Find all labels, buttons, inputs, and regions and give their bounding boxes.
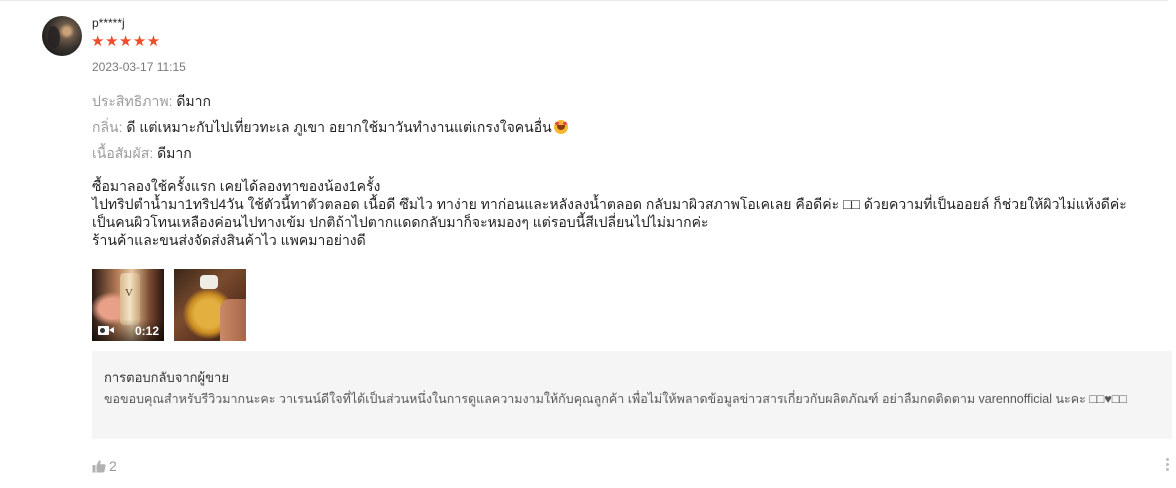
attribute-value: ดี แต่เหมาะกับไปเที่ยวทะเล ภูเขา อยากใช้… [126,119,552,135]
attribute-label: กลิ่น: [92,119,127,135]
attribute-label: เนื้อสัมผัส: [92,145,158,161]
seller-reply: การตอบกลับจากผู้ขาย ขอขอบคุณสำหรับรีวิวม… [92,351,1172,439]
review-datetime: 2023-03-17 11:15 [92,60,186,74]
seller-reply-text: ขอขอบคุณสำหรับรีวิวมากนะคะ วาเรนน์ดีใจที… [104,392,1127,406]
video-camera-icon [98,326,114,335]
like-count: 2 [109,458,117,474]
attribute-label: ประสิทธิภาพ: [92,93,177,109]
review-photo-thumbnail[interactable] [174,269,246,341]
smiling-face-with-hearts-icon [553,120,568,134]
attribute-texture: เนื้อสัมผัส: ดีมาก [92,144,192,162]
thumb-up-icon [92,460,106,473]
seller-reply-title: การตอบกลับจากผู้ขาย [104,370,229,385]
review-body-line: ไปทริปตำน้ำมา1ทริป4วัน ใช้ตัวนี้ทาตัวตลอ… [92,196,1127,212]
like-button[interactable]: 2 [92,458,117,474]
attribute-scent: กลิ่น: ดี แต่เหมาะกับไปเที่ยวทะเล ภูเขา … [92,118,568,136]
reviewer-username[interactable]: p*****j [92,16,125,30]
review-body: ซื้อมาลองใช้ครั้งแรก เคยได้ลองทาของน้อง1… [92,177,1152,249]
attribute-effectiveness: ประสิทธิภาพ: ดีมาก [92,92,211,110]
review-body-line: ซื้อมาลองใช้ครั้งแรก เคยได้ลองทาของน้อง1… [92,178,381,194]
attribute-value: ดีมาก [157,145,192,161]
video-duration: 0:12 [134,324,159,338]
more-vertical-icon[interactable] [1166,458,1170,474]
hand-image [220,299,246,341]
product-bottle-image [120,273,140,325]
review-video-thumbnail[interactable]: 0:12 [92,269,164,341]
review-body-line: เป็นคนผิวโทนเหลืองค่อนไปทางเข้ม ปกติถ้าไ… [92,214,709,230]
review-body-line: ร้านค้าและขนส่งจัดส่งสินค้าไว แพคมาอย่าง… [92,232,366,248]
bottle-cap-image [200,275,218,289]
attribute-value: ดีมาก [176,93,212,109]
avatar[interactable] [42,16,82,56]
product-review: p*****j ★★★★★ 2023-03-17 11:15 ประสิทธิภ… [0,0,1176,488]
rating-stars: ★★★★★ [91,33,161,50]
